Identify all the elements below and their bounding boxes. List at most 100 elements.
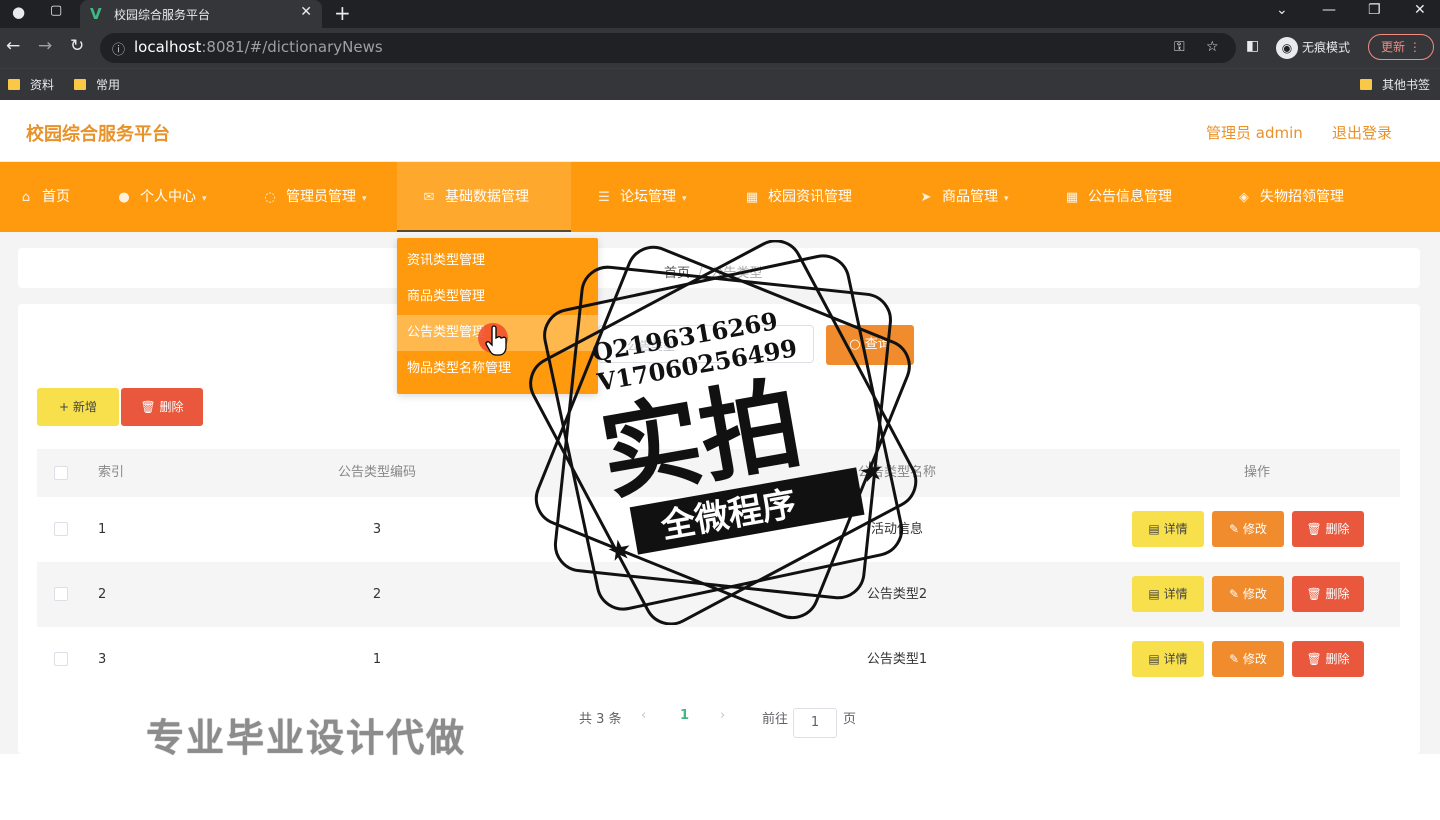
delete-button[interactable]: 🗑 删除 xyxy=(1292,576,1364,612)
mouse-cursor-hand-icon xyxy=(478,323,508,356)
trash-icon: 🗑 xyxy=(1306,522,1326,536)
update-button[interactable]: 更新 ⋮ xyxy=(1368,34,1434,60)
list-icon: ☰ xyxy=(598,190,610,205)
doc-icon: ▤ xyxy=(1148,652,1164,666)
select-all-checkbox[interactable] xyxy=(54,466,68,480)
sidepanel-icon[interactable]: ◧ xyxy=(1246,38,1259,54)
plus-icon: + xyxy=(59,400,73,414)
menu-announcements[interactable]: ▦ 公告信息管理 xyxy=(1064,162,1172,232)
star-icon: ★ xyxy=(856,453,886,490)
folder-icon xyxy=(1360,79,1372,90)
restore-icon[interactable]: ❐ xyxy=(1368,2,1381,18)
page-jump-input[interactable]: 1 xyxy=(793,708,837,738)
grid-icon: ▦ xyxy=(745,190,759,205)
page-number-current[interactable]: 1 xyxy=(680,708,689,723)
delete-button[interactable]: 🗑 删除 xyxy=(1292,641,1364,677)
new-tab-icon[interactable]: + xyxy=(334,1,351,25)
grid-icon: ▦ xyxy=(1065,190,1079,205)
pagination-page-suffix: 页 xyxy=(843,712,857,727)
trash-icon: 🗑 xyxy=(140,400,160,414)
shield-icon: ◌ xyxy=(264,190,276,205)
bookmarks-bar: 资料 常用 其他书签 xyxy=(0,68,1440,100)
detail-button[interactable]: ▤ 详情 xyxy=(1132,641,1204,677)
bookmark-folder-changyong[interactable]: 常用 xyxy=(74,76,120,93)
close-window-icon[interactable]: ✕ xyxy=(1414,2,1426,18)
browser-tab-bar: ● ▢ V 校园综合服务平台 ✕ + ⌄ — ❐ ✕ xyxy=(0,0,1440,28)
menu-personal-center[interactable]: ● 个人中心 ▾ xyxy=(116,162,207,232)
user-icon: ● xyxy=(118,190,130,205)
star-icon: ★ xyxy=(604,532,634,569)
detail-button[interactable]: ▤ 详情 xyxy=(1132,576,1204,612)
browser-tab[interactable]: V 校园综合服务平台 ✕ xyxy=(80,0,322,28)
row-index: 3 xyxy=(98,652,107,667)
add-button[interactable]: + 新增 xyxy=(37,388,119,426)
incognito-indicator[interactable]: ◉ 无痕模式 xyxy=(1276,37,1350,59)
row-checkbox[interactable] xyxy=(54,522,68,536)
site-info-icon[interactable]: ⓘ xyxy=(112,39,125,58)
row-name: 公告类型1 xyxy=(866,652,928,667)
chevron-down-icon: ▾ xyxy=(362,194,367,204)
pagination-total: 共 3 条 xyxy=(579,712,622,727)
edit-button[interactable]: ✎ 修改 xyxy=(1212,511,1284,547)
tab-title: 校园综合服务平台 xyxy=(114,8,211,22)
globe-icon[interactable]: ● xyxy=(12,3,25,21)
menu-home[interactable]: ⌂ 首页 xyxy=(18,162,70,232)
row-code: 1 xyxy=(372,652,382,667)
key-icon[interactable]: ⚿ xyxy=(1174,39,1185,55)
app-header: 校园综合服务平台 管理员 admin 退出登录 xyxy=(0,100,1440,162)
menu-campus-news[interactable]: ▦ 校园资讯管理 xyxy=(744,162,852,232)
row-checkbox[interactable] xyxy=(54,587,68,601)
logout-link[interactable]: 退出登录 xyxy=(1332,122,1392,143)
menu-forum[interactable]: ☰ 论坛管理 ▾ xyxy=(596,162,686,232)
row-index: 1 xyxy=(98,522,107,537)
mail-icon: ✉ xyxy=(423,190,435,205)
row-code: 3 xyxy=(372,522,382,537)
top-nav-menu: ⌂ 首页 ● 个人中心 ▾ ◌ 管理员管理 ▾ ✉ 基础数据管理 ☰ 论坛管理 ▾ ▦ 校园资讯管… xyxy=(0,162,1440,232)
chevron-down-icon: ▾ xyxy=(202,194,207,204)
bookmark-folder-ziliao[interactable]: 资料 xyxy=(8,76,54,93)
watermark-stamp: Q2196316269 V17060256499 实拍 全微程序 ★ ★ xyxy=(529,240,918,625)
send-icon: ➤ xyxy=(920,190,932,205)
col-actions: 操作 xyxy=(1243,465,1270,480)
batch-delete-button[interactable]: 🗑 删除 xyxy=(121,388,203,426)
folder-icon xyxy=(74,79,86,90)
tab-list-chevron-icon[interactable]: ⌄ xyxy=(1276,2,1288,18)
vue-logo-icon: V xyxy=(90,5,102,23)
delete-button[interactable]: 🗑 删除 xyxy=(1292,511,1364,547)
edit-button[interactable]: ✎ 修改 xyxy=(1212,576,1284,612)
minimize-icon[interactable]: — xyxy=(1322,2,1336,18)
next-page-icon[interactable]: › xyxy=(720,708,725,723)
detail-button[interactable]: ▤ 详情 xyxy=(1132,511,1204,547)
pagination-goto-label: 前往 xyxy=(762,712,789,727)
row-index: 2 xyxy=(98,587,107,602)
row-code: 2 xyxy=(372,587,382,602)
reload-icon[interactable]: ↻ xyxy=(70,36,84,56)
chevron-down-icon: ▾ xyxy=(1004,194,1009,204)
forward-icon[interactable]: → xyxy=(38,36,52,56)
menu-basic-data[interactable]: ✉ 基础数据管理 xyxy=(397,162,571,232)
tab-close-icon[interactable]: ✕ xyxy=(300,4,312,20)
bookmark-star-icon[interactable]: ☆ xyxy=(1206,39,1219,55)
doc-icon: ▤ xyxy=(1148,522,1164,536)
menu-goods[interactable]: ➤ 商品管理 ▾ xyxy=(918,162,1009,232)
row-checkbox[interactable] xyxy=(54,652,68,666)
watermark-bottom-text: 专业毕业设计代做 xyxy=(146,716,467,760)
doc-icon: ▤ xyxy=(1148,587,1164,601)
trash-icon: 🗑 xyxy=(1306,652,1326,666)
home-icon: ⌂ xyxy=(21,190,31,205)
edit-button[interactable]: ✎ 修改 xyxy=(1212,641,1284,677)
folder-icon xyxy=(8,79,20,90)
table-row: 3 1 公告类型1 ▤ 详情 ✎ 修改 🗑 删除 xyxy=(37,627,1400,692)
current-user: 管理员 admin xyxy=(1206,124,1303,142)
menu-lost-found[interactable]: ◈ 失物招领管理 xyxy=(1236,162,1344,232)
tab-search-icon[interactable]: ▢ xyxy=(50,3,62,18)
gift-icon: ◈ xyxy=(1239,190,1249,205)
back-icon[interactable]: ← xyxy=(6,36,20,56)
pencil-icon: ✎ xyxy=(1229,522,1243,536)
prev-page-icon[interactable]: ‹ xyxy=(641,708,646,723)
col-index: 索引 xyxy=(98,465,125,480)
menu-admin-manage[interactable]: ◌ 管理员管理 ▾ xyxy=(262,162,367,232)
bookmark-folder-other[interactable]: 其他书签 xyxy=(1360,76,1430,93)
col-code: 公告类型编码 xyxy=(337,465,416,480)
url-field[interactable]: ⓘ localhost:8081/#/dictionaryNews ⚿ ☆ xyxy=(100,33,1236,63)
